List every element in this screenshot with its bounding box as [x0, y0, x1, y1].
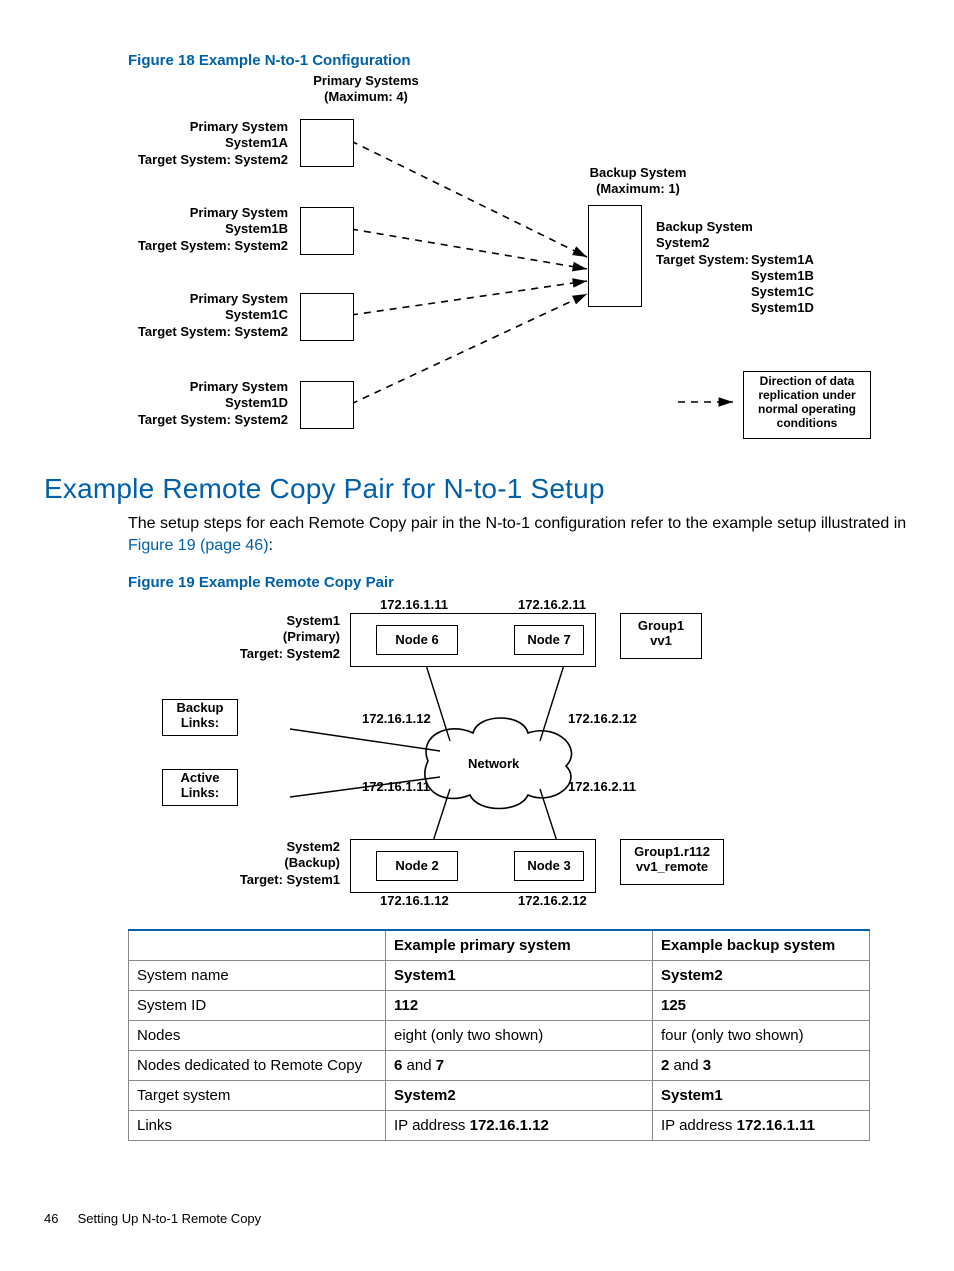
section-title: Example Remote Copy Pair for N-to-1 Setu… — [44, 473, 910, 505]
primary-label-1c: Primary System System1C Target System: S… — [138, 291, 288, 340]
backup-label: Backup System System2 Target System: Sys… — [656, 219, 814, 317]
footer-text: Setting Up N-to-1 Remote Copy — [78, 1211, 262, 1226]
section-body: The setup steps for each Remote Copy pai… — [128, 513, 910, 556]
figure19-title: Figure 19 Example Remote Copy Pair — [128, 574, 910, 591]
figure19-link[interactable]: Figure 19 (page 46) — [128, 537, 269, 554]
th-blank — [129, 930, 386, 961]
legend-box: Direction of data replication under norm… — [743, 371, 871, 439]
group1-box: Group1 vv1 — [620, 613, 702, 659]
backup-links-box: Backup Links: — [162, 699, 238, 736]
active-links-box: Active Links: — [162, 769, 238, 806]
ip-mid-l: 172.16.1.11 — [362, 779, 430, 795]
th-backup: Example backup system — [653, 930, 870, 961]
node3-box: Node 3 — [514, 851, 584, 881]
primary-box-1b — [300, 207, 354, 255]
th-primary: Example primary system — [386, 930, 653, 961]
ip-n7-top: 172.16.2.11 — [518, 597, 586, 613]
table-row: System ID 112 125 — [129, 991, 870, 1021]
ip-n6-top: 172.16.1.11 — [380, 597, 448, 613]
backup-heading: Backup System (Maximum: 1) — [568, 165, 708, 198]
system1-label: System1 (Primary) Target: System2 — [240, 613, 340, 662]
ip-n2-bottom: 172.16.1.12 — [380, 893, 449, 909]
primary-heading-line1: Primary Systems — [286, 73, 446, 89]
ip-mid-n6: 172.16.1.12 — [362, 711, 431, 727]
system2-label: System2 (Backup) Target: System1 — [240, 839, 340, 888]
primary-label-1b: Primary System System1B Target System: S… — [138, 205, 288, 254]
node2-box: Node 2 — [376, 851, 458, 881]
table-row: System name System1 System2 — [129, 961, 870, 991]
table-row: Nodes dedicated to Remote Copy 6 and 7 2… — [129, 1051, 870, 1081]
page-number: 46 — [44, 1211, 74, 1226]
backup-box — [588, 205, 642, 307]
table-row: Nodes eight (only two shown) four (only … — [129, 1021, 870, 1051]
primary-heading-line2: (Maximum: 4) — [286, 89, 446, 105]
figure18-diagram: Primary Systems (Maximum: 4) Primary Sys… — [128, 79, 888, 451]
ip-mid-n7: 172.16.2.12 — [568, 711, 637, 727]
primary-box-1c — [300, 293, 354, 341]
primary-label-1a: Primary System System1A Target System: S… — [138, 119, 288, 168]
network-label: Network — [468, 756, 519, 772]
table-row: Target system System2 System1 — [129, 1081, 870, 1111]
node6-box: Node 6 — [376, 625, 458, 655]
figure18-title: Figure 18 Example N-to-1 Configuration — [128, 52, 910, 69]
primary-systems-heading: Primary Systems (Maximum: 4) — [286, 73, 446, 106]
node7-box: Node 7 — [514, 625, 584, 655]
primary-label-1d: Primary System System1D Target System: S… — [138, 379, 288, 428]
group2-box: Group1.r112 vv1_remote — [620, 839, 724, 885]
primary-box-1a — [300, 119, 354, 167]
ip-mid-r: 172.16.2.11 — [568, 779, 636, 795]
table-header-row: Example primary system Example backup sy… — [129, 930, 870, 961]
primary-box-1d — [300, 381, 354, 429]
page-footer: 46 Setting Up N-to-1 Remote Copy — [44, 1211, 910, 1226]
ip-n3-bottom: 172.16.2.12 — [518, 893, 587, 909]
table-row: Links IP address 172.16.1.12 IP address … — [129, 1111, 870, 1141]
example-table: Example primary system Example backup sy… — [128, 929, 870, 1141]
figure19-diagram: Node 6 Node 7 System1 (Primary) Target: … — [128, 601, 888, 911]
